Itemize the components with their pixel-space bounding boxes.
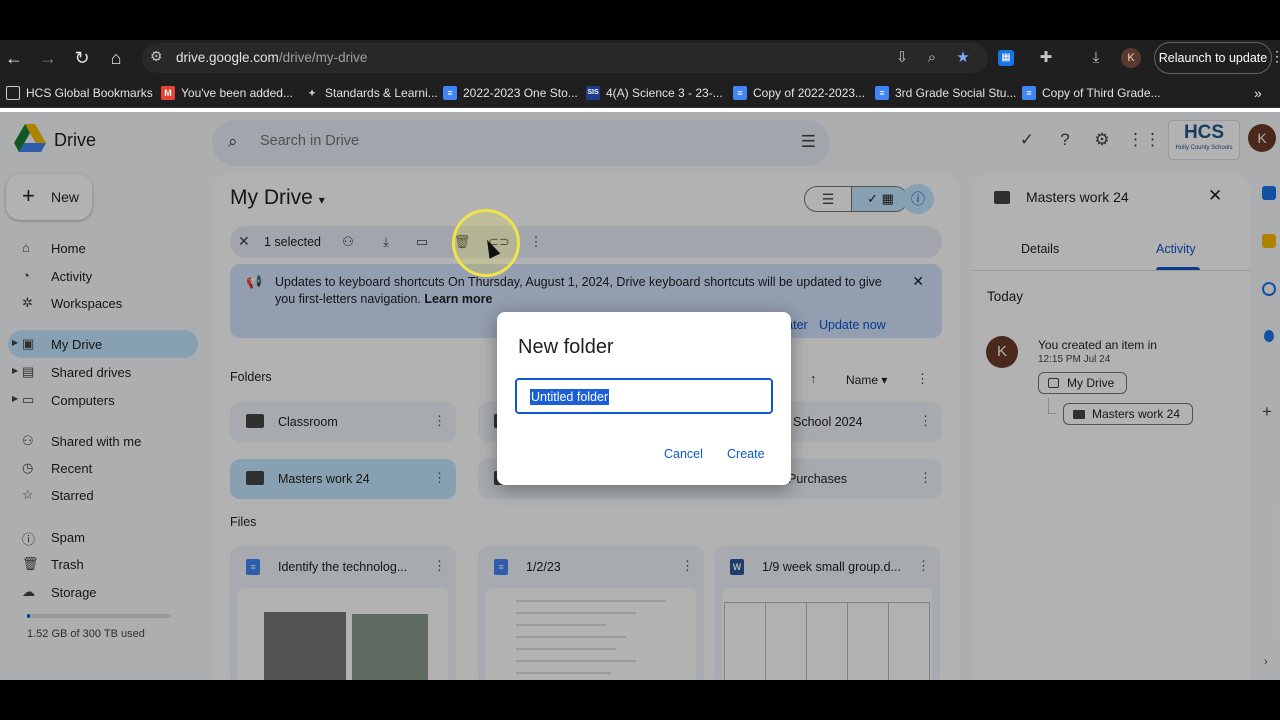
- dialog-title: New folder: [518, 336, 614, 358]
- pin-icon: ✦: [308, 88, 316, 98]
- bookmark-item[interactable]: ≡ Copy of Third Grade...: [1022, 84, 1161, 102]
- docs-icon: ≡: [733, 86, 747, 100]
- site-info-icon[interactable]: ⚙: [150, 48, 163, 65]
- bookmark-item[interactable]: ≡ 2022-2023 One Sto...: [443, 84, 578, 102]
- back-icon[interactable]: ←: [2, 46, 26, 70]
- install-icon[interactable]: ⇩: [892, 48, 912, 68]
- bookmark-item[interactable]: ≡ Copy of 2022-2023...: [733, 84, 865, 102]
- extension-icon[interactable]: ▦: [998, 50, 1014, 66]
- docs-icon: ≡: [875, 86, 889, 100]
- docs-icon: ≡: [443, 86, 457, 100]
- bookmarks-bar: HCS Global Bookmarks M You've been added.…: [0, 76, 1280, 108]
- letterbox-bottom: [0, 680, 1280, 720]
- reload-icon[interactable]: ↻: [70, 46, 94, 70]
- sis-icon: SIS: [586, 86, 600, 100]
- bookmark-item[interactable]: ≡ 3rd Grade Social Stu...: [875, 84, 1016, 102]
- screen: ← → ↻ ⌂ ⚙ drive.google.com/drive/my-driv…: [0, 40, 1280, 680]
- home-icon[interactable]: ⌂: [104, 46, 128, 70]
- docs-icon: ≡: [1022, 86, 1036, 100]
- more-bookmarks-icon[interactable]: »: [1254, 84, 1262, 102]
- folder-name-input[interactable]: Untitled folder: [530, 389, 610, 405]
- create-button[interactable]: Create: [727, 447, 765, 461]
- address-bar[interactable]: ⚙ drive.google.com/drive/my-drive ⇩ ⌕ ★: [142, 43, 988, 73]
- gmail-icon: M: [161, 86, 175, 100]
- bookmark-item[interactable]: ✦ Standards & Learni...: [305, 84, 438, 102]
- relaunch-button[interactable]: Relaunch to update: [1154, 42, 1272, 74]
- browser-menu-icon[interactable]: ⋮: [1270, 48, 1280, 65]
- bookmark-star-icon[interactable]: ★: [953, 48, 973, 68]
- zoom-icon[interactable]: ⌕: [922, 48, 942, 68]
- folder-icon: [6, 86, 20, 100]
- browser-toolbar: ← → ↻ ⌂ ⚙ drive.google.com/drive/my-driv…: [0, 40, 1280, 76]
- profile-avatar[interactable]: K: [1121, 48, 1141, 68]
- new-folder-dialog: New folder Untitled folder Cancel Create: [497, 312, 791, 485]
- folder-name-field[interactable]: Untitled folder: [515, 378, 773, 414]
- cancel-button[interactable]: Cancel: [664, 447, 703, 461]
- bookmark-item[interactable]: SIS 4(A) Science 3 - 23-...: [586, 84, 723, 102]
- puzzle-icon[interactable]: ✚: [1034, 46, 1058, 70]
- forward-icon[interactable]: →: [36, 46, 60, 70]
- bookmark-folder[interactable]: HCS Global Bookmarks: [6, 84, 153, 102]
- bookmark-item[interactable]: M You've been added...: [161, 84, 293, 102]
- download-icon[interactable]: ⤓: [1084, 46, 1108, 70]
- url-text: drive.google.com/drive/my-drive: [176, 50, 368, 65]
